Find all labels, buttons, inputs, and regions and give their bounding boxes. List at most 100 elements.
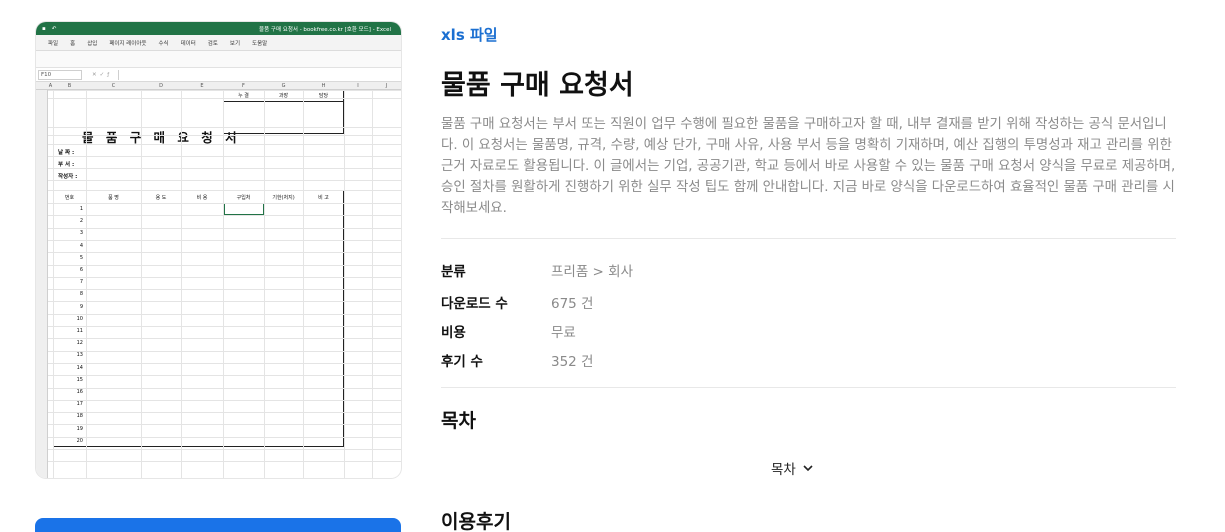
- gridline: [48, 215, 401, 217]
- column-header: E: [181, 82, 223, 90]
- table-row-number: 20: [76, 437, 83, 444]
- divider: [441, 238, 1176, 239]
- row-header-strip: [36, 90, 48, 478]
- excel-menu-item: 페이지 레이아웃: [109, 40, 147, 47]
- approval-divider: [223, 101, 344, 102]
- gridline: [48, 289, 401, 291]
- table-row-number: 1: [79, 206, 83, 212]
- table-header-cell: 비 고: [318, 195, 329, 201]
- gridline: [48, 301, 401, 303]
- column-header: G: [264, 82, 303, 90]
- table-row-number: 8: [79, 291, 83, 298]
- table-header-cell: 번호: [64, 195, 75, 201]
- undo-icon: ↶: [51, 25, 57, 32]
- table-row-number: 7: [79, 279, 83, 286]
- excel-window-title: 물품 구매 요청서 - bookfree.co.kr [호환 모드] - Exc…: [259, 26, 391, 33]
- gridline: [48, 387, 401, 389]
- gridline: [48, 168, 401, 169]
- meta-reviews: 후기 수 352 건: [441, 350, 593, 370]
- gridline: [48, 264, 401, 266]
- table-row-number: 16: [76, 389, 83, 395]
- gridline: [48, 227, 401, 229]
- field-author-label: 작성자 :: [58, 174, 78, 180]
- gridline: [48, 190, 401, 191]
- chevron-down-icon: [803, 465, 813, 472]
- meta-key: 다운로드 수: [441, 296, 508, 312]
- gridline: [48, 412, 401, 414]
- meta-value: 352 건: [551, 354, 594, 370]
- gridline: [48, 436, 401, 438]
- reviews-heading: 이용후기: [441, 511, 511, 532]
- table-row-number: 2: [79, 218, 83, 225]
- table-row-number: 5: [79, 254, 83, 261]
- divider: [441, 387, 1176, 388]
- gridline: [48, 135, 401, 136]
- excel-menu-item: 검토: [207, 40, 218, 47]
- excel-menu-item: 홈: [70, 40, 76, 47]
- gridline: [48, 90, 401, 91]
- column-header: B: [53, 82, 86, 90]
- gridline: [48, 424, 401, 426]
- gridline: [223, 90, 224, 478]
- gridline: [264, 90, 265, 478]
- table-row-number: 18: [76, 413, 83, 420]
- gridline: [48, 203, 401, 204]
- table-header-cell: 용 도: [155, 195, 167, 201]
- gridline: [48, 399, 401, 401]
- meta-value: 무료: [551, 325, 576, 341]
- meta-value: 675 건: [551, 296, 594, 312]
- table-row-number: 11: [76, 328, 83, 334]
- toc-heading: 목차: [441, 410, 476, 432]
- gridline: [372, 90, 373, 478]
- gridline: [48, 252, 401, 254]
- excel-title-bar: ▪ ↶ 물품 구매 요청서 - bookfree.co.kr [호환 모드] -…: [36, 22, 401, 35]
- table-row-number: 9: [79, 303, 83, 310]
- table-header-cell: 비 용: [196, 195, 208, 201]
- excel-menu-item: 수식: [158, 40, 169, 47]
- formula-bar: F10 ✕✓ƒ: [36, 68, 401, 82]
- selected-cell: [224, 203, 264, 215]
- excel-menu-item: 도움말: [252, 40, 268, 47]
- excel-menu-item: 파일: [48, 40, 59, 47]
- gridline: [48, 98, 401, 99]
- column-header: D: [141, 82, 181, 90]
- excel-ribbon: [36, 51, 401, 68]
- table-row-number: 3: [79, 230, 83, 237]
- gridline: [303, 90, 304, 478]
- gridline: [181, 90, 182, 478]
- gridline: [48, 326, 401, 327]
- description: 물품 구매 요청서는 부서 또는 직원이 업무 수행에 필요한 물품을 구매하고…: [441, 117, 1176, 216]
- document-preview[interactable]: ▪ ↶ 물품 구매 요청서 - bookfree.co.kr [호환 모드] -…: [36, 22, 401, 478]
- gridline: [48, 362, 401, 364]
- name-box: F10: [38, 69, 82, 80]
- table-row-number: 13: [76, 352, 83, 359]
- table-header-cell: 품 명: [108, 195, 119, 201]
- gridline: [344, 90, 345, 478]
- meta-category: 분류 프리폼 > 회사: [441, 260, 633, 280]
- table-row-number: 14: [76, 364, 83, 371]
- gridline: [48, 144, 401, 145]
- column-header: C: [86, 82, 141, 90]
- page-title: 물품 구매 요청서: [441, 70, 634, 101]
- gridline: [53, 90, 54, 478]
- gridline: [48, 338, 401, 340]
- gridline: [48, 180, 401, 181]
- meta-key: 후기 수: [441, 354, 483, 370]
- column-header: F: [223, 82, 264, 90]
- gridline: [48, 350, 401, 352]
- formula-icons: ✕✓ƒ: [92, 71, 113, 78]
- excel-menu-item: 삽입: [87, 40, 98, 47]
- field-dept-label: 부 서 :: [58, 162, 75, 168]
- gridline: [86, 90, 87, 478]
- table-row-number: 10: [76, 315, 83, 322]
- toc-toggle[interactable]: 목차: [771, 458, 814, 478]
- table-header-cell: 기한(처지): [272, 195, 295, 201]
- toc-toggle-label: 목차: [771, 462, 796, 478]
- spreadsheet-grid: 물 품 구 매 요 청 서 누 결 과장 담당 날 짜 : 부 서 : 작성자 …: [36, 82, 401, 478]
- column-header: H: [303, 82, 344, 90]
- table-row-number: 17: [76, 401, 83, 408]
- meta-key: 비용: [441, 325, 466, 341]
- column-header: J: [372, 82, 401, 90]
- download-button[interactable]: [35, 518, 401, 532]
- save-icon: ▪: [42, 25, 46, 32]
